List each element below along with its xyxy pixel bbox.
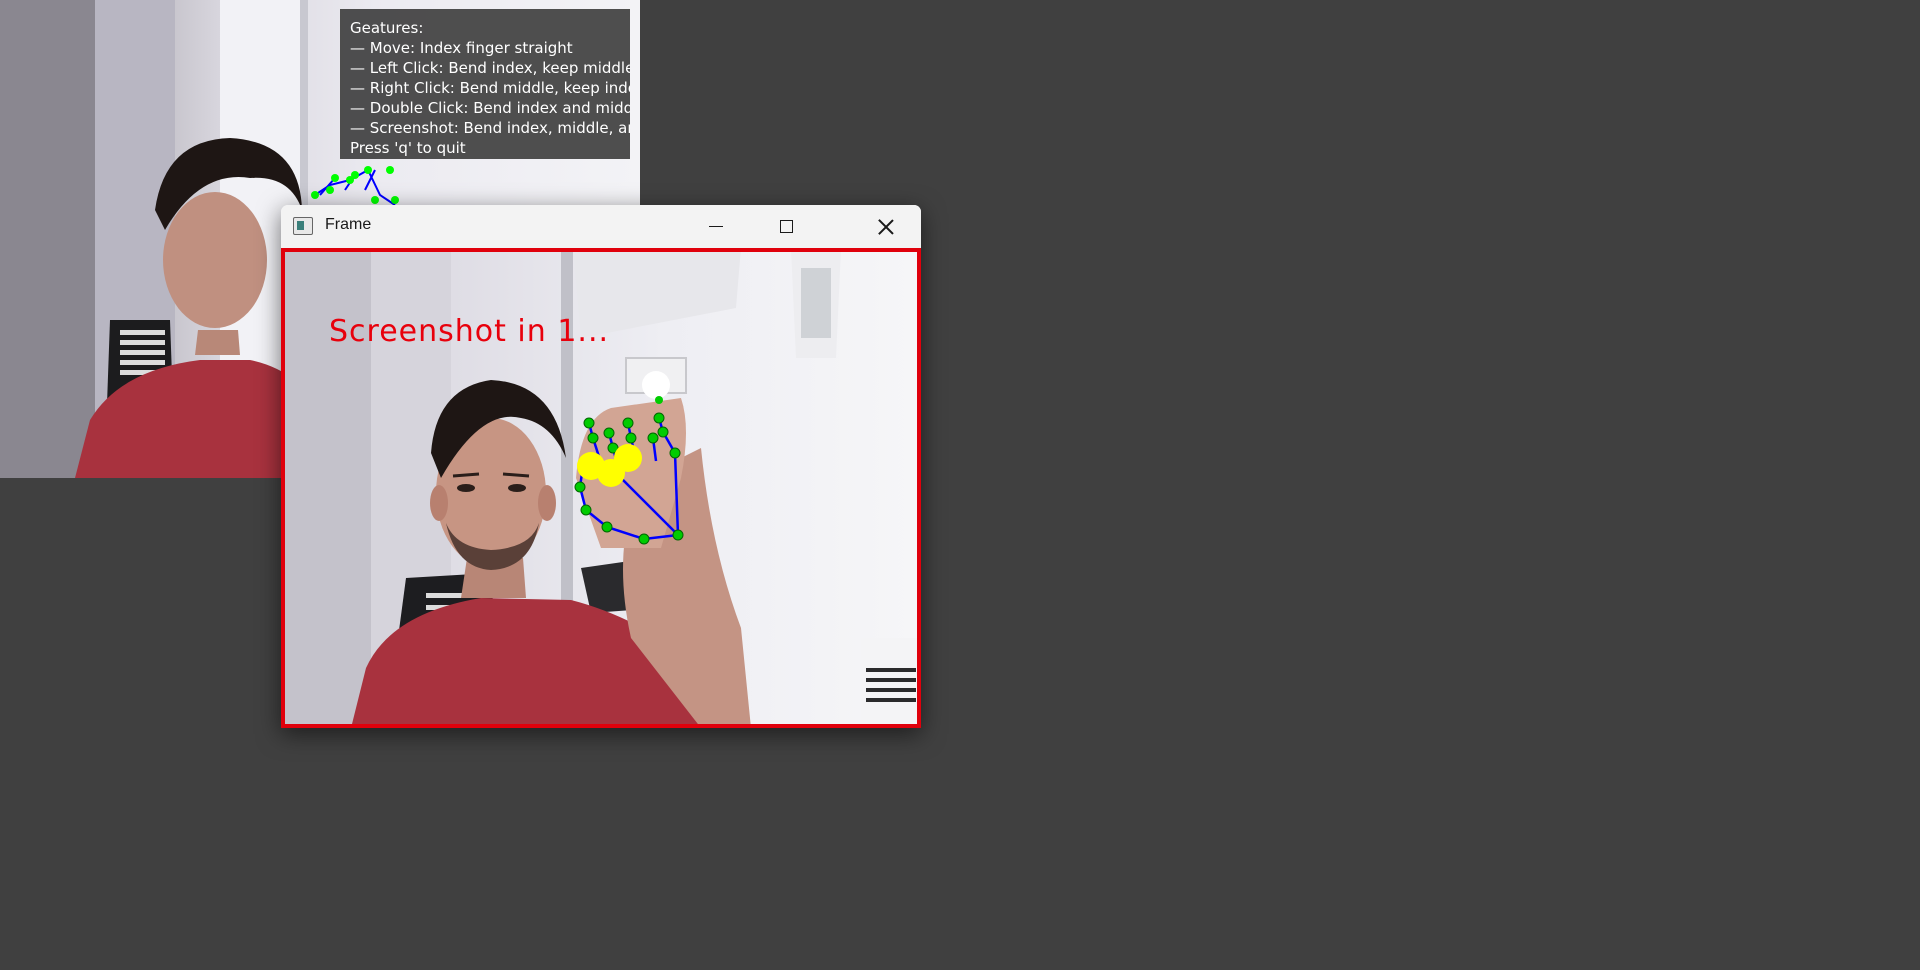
- gesture-right-click: — Right Click: Bend middle, keep index s…: [350, 79, 630, 97]
- gesture-screenshot: — Screenshot: Bend index, middle, and ri…: [350, 119, 630, 137]
- maximize-icon: [779, 220, 793, 233]
- camera-feed: Screenshot in 1...: [281, 248, 921, 728]
- gestures-title: Geatures:: [350, 19, 424, 37]
- title-bar[interactable]: Frame: [281, 205, 921, 248]
- quit-hint: Press 'q' to quit: [350, 139, 466, 157]
- maximize-button[interactable]: [751, 205, 821, 248]
- minimize-icon: [709, 225, 723, 228]
- window-title: Frame: [325, 216, 372, 233]
- close-icon: [878, 219, 894, 235]
- close-button[interactable]: [851, 205, 921, 248]
- gestures-overlay: Geatures: — Move: Index finger straight …: [340, 9, 630, 159]
- minimize-button[interactable]: [681, 205, 751, 248]
- cursor-marker: [642, 371, 670, 399]
- gesture-double-click: — Double Click: Bend index and middle: [350, 99, 630, 117]
- screenshot-countdown-text: Screenshot in 1...: [329, 314, 610, 349]
- gesture-left-click: — Left Click: Bend index, keep middle st…: [350, 59, 630, 77]
- window-app-icon: [293, 217, 313, 235]
- frame-window[interactable]: Frame Screenshot in 1...: [281, 205, 921, 728]
- gesture-move: — Move: Index finger straight: [350, 39, 573, 57]
